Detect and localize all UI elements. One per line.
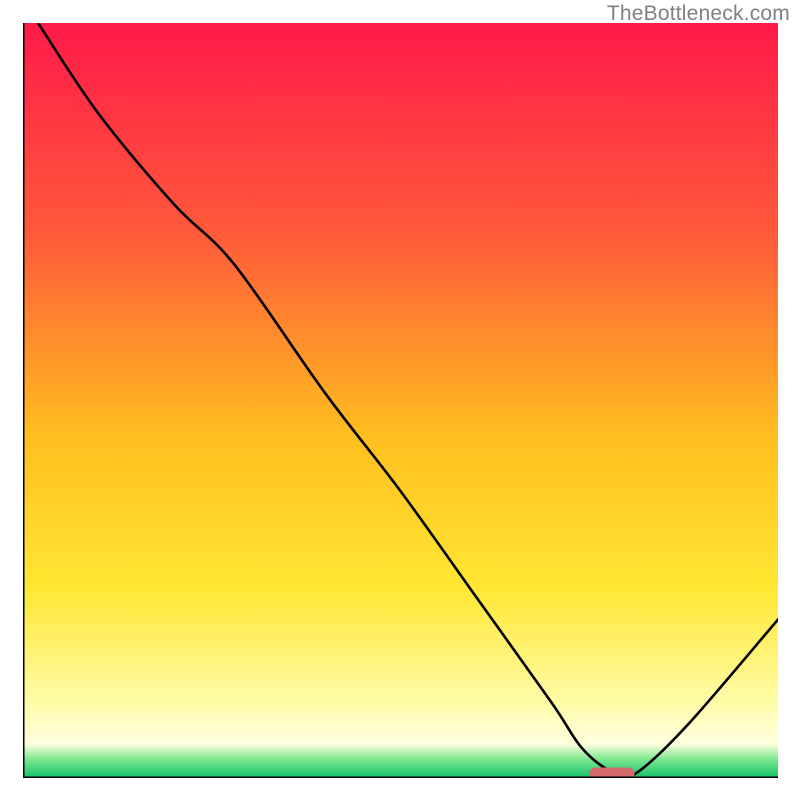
optimal-marker <box>589 767 634 778</box>
gradient-background <box>23 23 778 778</box>
plot-area <box>23 23 778 778</box>
bottleneck-chart <box>23 23 778 778</box>
chart-stage: TheBottleneck.com <box>0 0 800 800</box>
